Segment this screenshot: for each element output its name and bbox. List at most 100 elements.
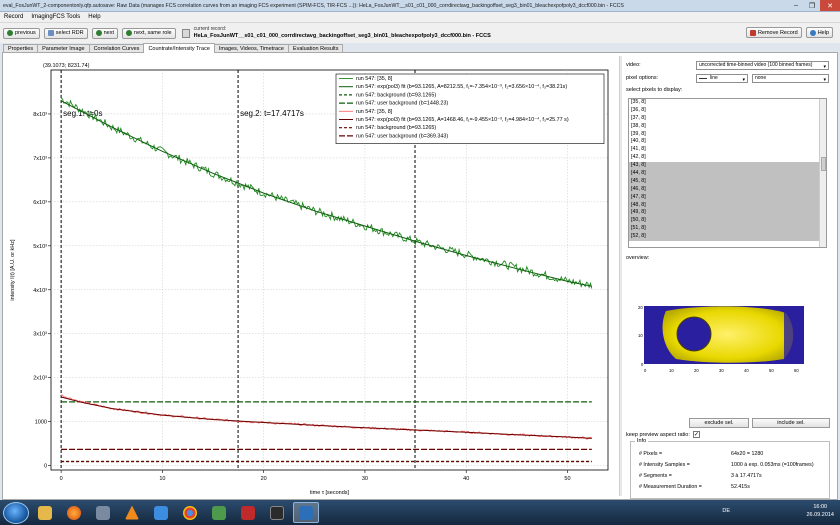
- info-value: 52.415s: [731, 484, 750, 490]
- menu-imagingfcs-tools[interactable]: ImagingFCS Tools: [27, 14, 84, 20]
- list-item[interactable]: [40, 8]: [629, 138, 826, 146]
- list-item[interactable]: [37, 8]: [629, 115, 826, 123]
- previous-button[interactable]: previous: [3, 27, 40, 39]
- chevron-down-icon: ▾: [823, 63, 826, 70]
- cell-nucleus: [676, 316, 712, 352]
- list-item[interactable]: [35, 8]: [629, 99, 826, 107]
- list-item[interactable]: [52, 8]: [629, 233, 826, 242]
- right-panel: video: uncorrected time-binned video (10…: [626, 56, 836, 500]
- list-item[interactable]: [39, 8]: [629, 131, 826, 139]
- close-button[interactable]: ✕: [820, 0, 840, 11]
- overview-tick-label: 0: [641, 362, 644, 367]
- system-clock[interactable]: 16:00 26.09.2014: [806, 503, 834, 519]
- language-indicator[interactable]: DE: [722, 508, 730, 514]
- list-item[interactable]: [48, 8]: [629, 201, 826, 210]
- list-item[interactable]: [51, 8]: [629, 225, 826, 234]
- list-item[interactable]: [45, 8]: [629, 177, 826, 186]
- overview-tick-label: 50: [769, 368, 774, 373]
- list-item[interactable]: [38, 8]: [629, 123, 826, 131]
- arrow-left-icon: [7, 30, 13, 36]
- menu-record[interactable]: Record: [0, 14, 27, 20]
- legend-entry: run 547: user background (b=369.343): [356, 133, 448, 139]
- video-select[interactable]: uncorrected time-binned video (100 binne…: [696, 60, 829, 70]
- overview-tick-label: 10: [638, 333, 643, 338]
- list-item[interactable]: [36, 8]: [629, 107, 826, 115]
- scrollbar-thumb[interactable]: [821, 157, 826, 171]
- overview-tick-label: 60: [794, 368, 799, 373]
- taskbar-app-firefox[interactable]: [61, 502, 87, 523]
- start-button[interactable]: [3, 501, 29, 524]
- overview-image[interactable]: 0 10 20 0 10 20 30 40 50 60: [636, 301, 816, 386]
- list-item[interactable]: [44, 8]: [629, 170, 826, 178]
- current-record-name: HeLa_FosJunWT__s01_c01_000_corrdirectavg…: [193, 33, 491, 39]
- quickfit-icon: [299, 505, 313, 520]
- list-item[interactable]: [41, 8]: [629, 146, 826, 154]
- x-tick-label: 40: [463, 476, 469, 482]
- legend-entry: run 547: background (b=93.1265): [356, 92, 436, 98]
- pixel-options-label: pixel options:: [626, 75, 659, 81]
- overview-image-svg[interactable]: 0 10 20 0 10 20 30 40 50 60: [636, 301, 816, 386]
- legend-entry: run 547: exp(pol3) fit (b=93.1265, A=146…: [356, 117, 569, 123]
- toolbar: previous select RDR next next, same role…: [0, 23, 840, 43]
- y-tick-label: 4x10³: [33, 288, 47, 294]
- tab-countrate-intensity-trace[interactable]: Countrate/Intensity Trace: [143, 43, 215, 53]
- taskbar-app-chrome[interactable]: [177, 502, 203, 523]
- taskbar-app-pdf[interactable]: [235, 502, 261, 523]
- x-tick-label: 10: [159, 476, 165, 482]
- pixel-list-scrollbar[interactable]: [819, 99, 826, 247]
- overview-tick-label: 40: [744, 368, 749, 373]
- overview-tick-label: 20: [638, 305, 643, 310]
- taskbar-app-explorer[interactable]: [32, 502, 58, 523]
- tool-icon: [212, 505, 226, 520]
- taskbar-app-quickfit[interactable]: [293, 502, 319, 523]
- pixel-option-line-select[interactable]: line ▾: [696, 73, 748, 83]
- keep-aspect-checkbox[interactable]: ✓: [692, 431, 700, 438]
- list-item[interactable]: [46, 8]: [629, 185, 826, 194]
- info-label: # Pixels =: [639, 451, 663, 457]
- x-tick-label: 0: [60, 476, 63, 482]
- current-record: current record: HeLa_FosJunWT__s01_c01_0…: [193, 26, 491, 39]
- pixel-list[interactable]: [35, 8] [36, 8] [37, 8] [38, 8] [39, 8] …: [628, 98, 827, 248]
- legend-entry: run 547: user background (b=1448.23): [356, 101, 448, 107]
- taskbar-app-media[interactable]: [148, 502, 174, 523]
- taskbar: DE 16:00 26.09.2014: [0, 500, 840, 525]
- record-icon: [181, 28, 190, 38]
- taskbar-app-console[interactable]: [264, 502, 290, 523]
- video-label: video:: [626, 62, 641, 68]
- y-tick-label: 0: [44, 464, 47, 470]
- list-item[interactable]: [50, 8]: [629, 217, 826, 226]
- title-bar: eval_FosJunWT_2-componentonly.qfp.autosa…: [0, 0, 840, 12]
- list-item[interactable]: [43, 8]: [629, 162, 826, 171]
- arrow-right-icon: [95, 30, 102, 36]
- help-button[interactable]: Help: [805, 27, 833, 38]
- chevron-down-icon: ▾: [823, 76, 826, 83]
- next-same-role-button[interactable]: next, same role: [122, 27, 176, 39]
- coordinate-readout: (39.1073; 8231.74): [43, 63, 90, 69]
- list-item[interactable]: [42, 8]: [629, 154, 826, 162]
- x-tick-label: 30: [362, 476, 368, 482]
- info-box: Info # Pixels = 64x20 = 1280 # Intensity…: [630, 438, 830, 499]
- y-tick-label: 6x10³: [33, 200, 47, 206]
- remove-record-button[interactable]: Remove Record: [745, 27, 802, 38]
- y-tick-label: 1000: [35, 420, 47, 426]
- list-item[interactable]: [49, 8]: [629, 209, 826, 218]
- intensity-plot-svg[interactable]: 0 10 20 30 40 50 0 1000 2x10³ 3x10³ 4x10³ 5x10³ 6x10…: [3, 58, 615, 498]
- info-title: Info: [635, 438, 649, 444]
- include-selection-button[interactable]: include sel.: [752, 418, 830, 428]
- menu-help[interactable]: Help: [84, 14, 104, 20]
- taskbar-app-vlc[interactable]: [119, 502, 145, 523]
- taskbar-app-disk[interactable]: [90, 502, 116, 523]
- select-rdr-button[interactable]: select RDR: [43, 27, 88, 39]
- panel-splitter[interactable]: [619, 56, 622, 496]
- exclude-selection-button[interactable]: exclude sel.: [689, 418, 749, 428]
- maximize-button[interactable]: ❐: [804, 0, 820, 11]
- info-value: 3 à 17.4717s: [731, 473, 762, 479]
- taskbar-app-tool[interactable]: [206, 502, 232, 523]
- list-item[interactable]: [47, 8]: [629, 193, 826, 202]
- minimize-button[interactable]: –: [788, 0, 804, 11]
- pdf-icon: [241, 505, 255, 520]
- intensity-plot[interactable]: 0 10 20 30 40 50 0 1000 2x10³ 3x10³ 4x10³ 5x10³ 6x10…: [3, 58, 615, 498]
- next-button[interactable]: next: [91, 27, 119, 39]
- info-label: # Segments =: [639, 473, 672, 479]
- pixel-option-marker-select[interactable]: none ▾: [752, 73, 829, 83]
